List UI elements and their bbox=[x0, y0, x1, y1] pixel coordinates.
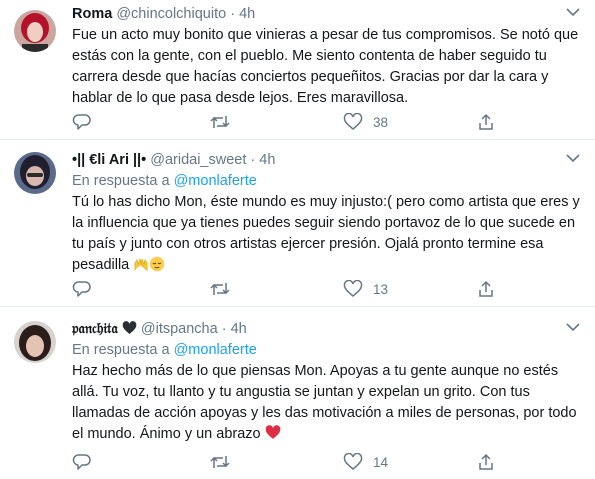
tweet[interactable]: 𝔭𝔞𝔫𝔠𝔥𝔦𝔱𝔞 @itspancha · 4h En respuesta a … bbox=[0, 307, 595, 479]
like-count: 14 bbox=[373, 454, 389, 470]
retweet-button[interactable] bbox=[209, 112, 231, 132]
red-heart-icon bbox=[265, 425, 281, 441]
reply-icon bbox=[72, 113, 92, 131]
display-name[interactable]: •|| €li Ari ||• bbox=[72, 152, 146, 168]
tweet[interactable]: •|| €li Ari ||• @aridai_sweet · 4h En re… bbox=[0, 140, 595, 307]
share-button[interactable] bbox=[477, 112, 495, 132]
timestamp[interactable]: 4h bbox=[239, 6, 255, 22]
tweet-text-content: Haz hecho más de lo que piensas Mon. Apo… bbox=[72, 363, 577, 442]
reply-icon bbox=[72, 453, 92, 471]
reply-button[interactable] bbox=[72, 279, 92, 299]
avatar[interactable] bbox=[14, 152, 56, 194]
retweet-button[interactable] bbox=[209, 452, 231, 472]
like-button[interactable]: 14 bbox=[343, 452, 388, 472]
retweet-icon bbox=[209, 113, 231, 131]
reply-prefix: En respuesta a bbox=[72, 173, 174, 189]
tweet-header: •|| €li Ari ||• @aridai_sweet · 4h bbox=[72, 150, 581, 170]
tweet-text: Tú lo has dicho Mon, éste mundo es muy i… bbox=[72, 192, 581, 276]
timestamp[interactable]: 4h bbox=[259, 152, 275, 168]
share-icon bbox=[477, 453, 495, 471]
chevron-down-icon[interactable] bbox=[565, 321, 581, 333]
chevron-down-icon[interactable] bbox=[565, 152, 581, 164]
avatar[interactable] bbox=[14, 10, 56, 52]
share-button[interactable] bbox=[477, 279, 495, 299]
separator: · bbox=[221, 321, 227, 337]
tweet-actions: 14 bbox=[72, 452, 581, 472]
user-handle[interactable]: @itspancha bbox=[141, 321, 218, 337]
share-icon bbox=[477, 113, 495, 131]
tweet-header: 𝔭𝔞𝔫𝔠𝔥𝔦𝔱𝔞 @itspancha · 4h bbox=[72, 319, 581, 339]
chevron-down-icon[interactable] bbox=[565, 6, 581, 18]
heart-icon bbox=[343, 280, 363, 298]
timestamp[interactable]: 4h bbox=[231, 321, 247, 337]
black-heart-icon bbox=[122, 321, 137, 335]
reply-prefix: En respuesta a bbox=[72, 342, 174, 358]
separator: · bbox=[250, 152, 256, 168]
reply-to-link[interactable]: @monlaferte bbox=[174, 342, 257, 358]
relieved-face-icon bbox=[149, 256, 165, 272]
tweet-actions: 38 bbox=[72, 112, 581, 132]
retweet-icon bbox=[209, 453, 231, 471]
like-count: 38 bbox=[373, 114, 389, 130]
reply-context: En respuesta a @monlaferte bbox=[72, 340, 581, 360]
separator: · bbox=[230, 6, 236, 22]
display-name[interactable]: Roma bbox=[72, 6, 112, 22]
share-button[interactable] bbox=[477, 452, 495, 472]
retweet-button[interactable] bbox=[209, 279, 231, 299]
avatar[interactable] bbox=[14, 321, 56, 363]
reply-context: En respuesta a @monlaferte bbox=[72, 171, 581, 191]
tweet-header: Roma @chincolchiquito · 4h bbox=[72, 4, 581, 24]
reply-icon bbox=[72, 280, 92, 298]
heart-icon bbox=[343, 453, 363, 471]
tweet-text: Haz hecho más de lo que piensas Mon. Apo… bbox=[72, 361, 581, 445]
reply-button[interactable] bbox=[72, 112, 92, 132]
tweet-text: Fue un acto muy bonito que vinieras a pe… bbox=[72, 27, 579, 106]
retweet-icon bbox=[209, 280, 231, 298]
share-icon bbox=[477, 280, 495, 298]
user-handle[interactable]: @aridai_sweet bbox=[150, 152, 246, 168]
raising-hands-icon bbox=[133, 256, 149, 272]
like-button[interactable]: 38 bbox=[343, 112, 388, 132]
heart-icon bbox=[343, 113, 363, 131]
reply-button[interactable] bbox=[72, 452, 92, 472]
tweet-actions: 13 bbox=[72, 279, 581, 299]
reply-to-link[interactable]: @monlaferte bbox=[174, 173, 257, 189]
tweet[interactable]: Roma @chincolchiquito · 4h Fue un acto m… bbox=[0, 0, 595, 140]
like-button[interactable]: 13 bbox=[343, 279, 388, 299]
display-name[interactable]: 𝔭𝔞𝔫𝔠𝔥𝔦𝔱𝔞 bbox=[72, 321, 118, 337]
user-handle[interactable]: @chincolchiquito bbox=[116, 6, 226, 22]
like-count: 13 bbox=[373, 281, 389, 297]
